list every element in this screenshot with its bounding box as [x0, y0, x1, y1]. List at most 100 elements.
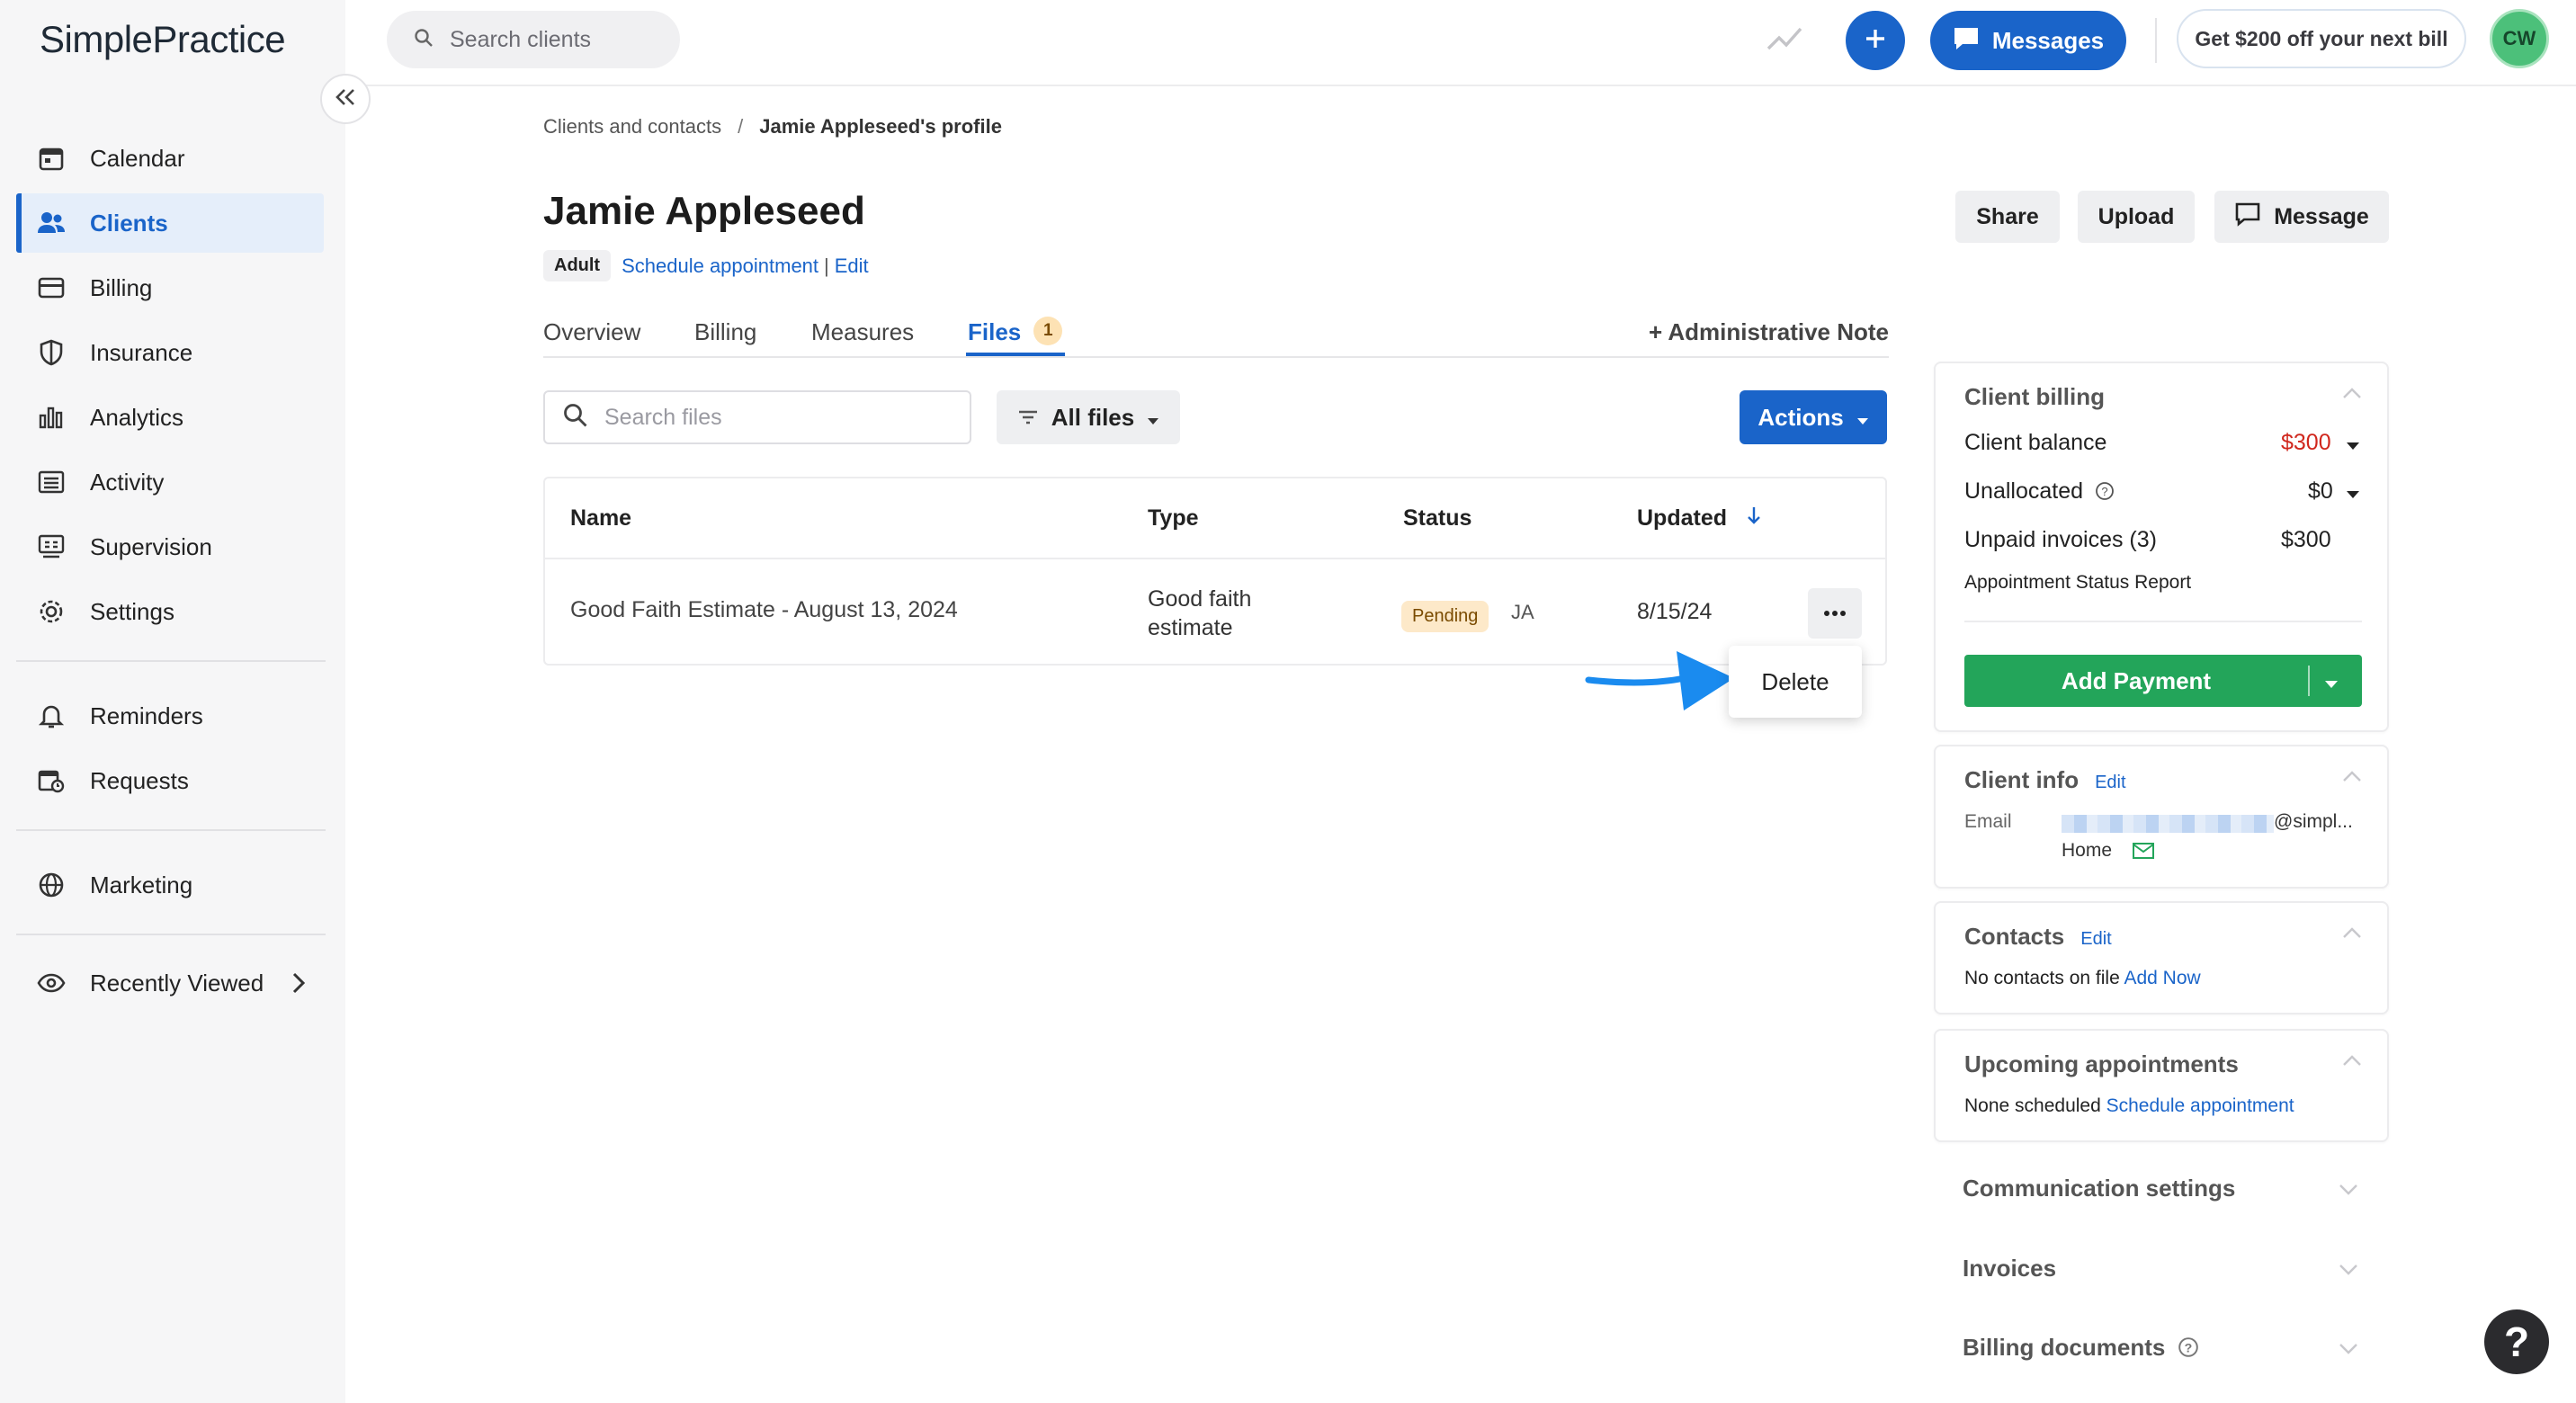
client-balance-value[interactable]: $300	[2281, 430, 2331, 456]
actions-dropdown-button[interactable]: Actions	[1740, 390, 1887, 444]
column-header-type[interactable]: Type	[1148, 505, 1199, 532]
sort-arrow-down-icon	[1746, 505, 1762, 531]
tab-measures[interactable]: Measures	[811, 318, 914, 346]
sidebar-item-activity[interactable]: Activity	[16, 452, 324, 512]
add-payment-button[interactable]: Add Payment	[1964, 655, 2362, 707]
messages-button[interactable]: Messages	[1930, 11, 2126, 70]
administrative-note-button[interactable]: + Administrative Note	[1649, 318, 1889, 346]
unallocated-label-text: Unallocated	[1964, 478, 2084, 504]
upcoming-appointments-title[interactable]: Upcoming appointments	[1964, 1050, 2239, 1078]
search-files-input[interactable]	[603, 403, 944, 432]
files-table: Name Type Status Updated Good Faith Esti…	[543, 477, 1887, 666]
contacts-empty-state: No contacts on file Add Now	[1964, 968, 2201, 989]
chevron-down-icon[interactable]	[2339, 1184, 2358, 1201]
arrow-annotation-icon	[1583, 646, 1736, 722]
contacts-title-text[interactable]: Contacts	[1964, 923, 2064, 950]
sidebar-item-clients[interactable]: Clients	[16, 193, 324, 253]
help-button[interactable]: ?	[2484, 1309, 2549, 1374]
mail-icon[interactable]	[2132, 842, 2155, 864]
sidebar-item-label: Calendar	[90, 144, 185, 172]
contacts-empty-text: No contacts on file	[1964, 968, 2120, 988]
supervision-icon	[36, 532, 67, 562]
sidebar-item-reminders[interactable]: Reminders	[16, 686, 324, 746]
chevron-up-icon[interactable]	[2342, 387, 2362, 404]
chevron-up-icon[interactable]	[2342, 926, 2362, 943]
unallocated-value[interactable]: $0	[2308, 478, 2333, 505]
app-logo[interactable]: SimplePractice	[40, 18, 286, 61]
column-header-updated-label: Updated	[1637, 505, 1727, 531]
files-count-badge: 1	[1033, 317, 1063, 346]
chevron-up-icon[interactable]	[2342, 1054, 2362, 1071]
help-circle-icon[interactable]: ?	[2095, 481, 2115, 506]
invoices-section[interactable]: Invoices	[1963, 1255, 2056, 1282]
file-filter-dropdown[interactable]: All files	[997, 390, 1180, 444]
sidebar-item-recently-viewed[interactable]: Recently Viewed	[16, 953, 324, 1013]
column-header-name[interactable]: Name	[570, 505, 631, 532]
sidebar-item-analytics[interactable]: Analytics	[16, 388, 324, 447]
sidebar-item-billing[interactable]: Billing	[16, 258, 324, 317]
tab-billing[interactable]: Billing	[694, 318, 756, 346]
caret-down-icon[interactable]	[2346, 487, 2360, 504]
collapse-sidebar-button[interactable]	[320, 74, 371, 124]
edit-client-info-link[interactable]: Edit	[2095, 773, 2125, 792]
schedule-appointment-link[interactable]: Schedule appointment	[2106, 1095, 2294, 1116]
plus-icon	[1864, 27, 1887, 55]
caret-down-icon[interactable]	[2324, 667, 2339, 695]
client-billing-title[interactable]: Client billing	[1964, 383, 2105, 411]
upload-button[interactable]: Upload	[2078, 191, 2195, 243]
chevron-down-icon[interactable]	[2339, 1264, 2358, 1281]
search-files-field[interactable]	[543, 390, 971, 444]
calendar-clock-icon	[36, 765, 67, 796]
sidebar-item-supervision[interactable]: Supervision	[16, 517, 324, 576]
appointment-status-report-link[interactable]: Appointment Status Report	[1964, 572, 2191, 594]
messages-label: Messages	[1991, 26, 2105, 54]
double-chevron-left-icon	[335, 87, 356, 112]
tab-overview[interactable]: Overview	[543, 318, 640, 346]
message-button[interactable]: Message	[2214, 191, 2389, 243]
unpaid-invoices-link[interactable]: Unpaid invoices (3)	[1964, 527, 2157, 553]
sidebar-item-requests[interactable]: Requests	[16, 751, 324, 810]
client-info-title-text[interactable]: Client info	[1964, 766, 2079, 793]
edit-contacts-link[interactable]: Edit	[2080, 929, 2111, 949]
unpaid-invoices-value: $300	[2281, 527, 2331, 552]
search-clients-input[interactable]: Search clients	[387, 11, 680, 68]
share-button[interactable]: Share	[1955, 191, 2060, 243]
bell-icon	[36, 701, 67, 731]
comment-icon	[2234, 201, 2261, 233]
profile-tabs: Overview Billing Measures Files 1 + Admin…	[543, 313, 1889, 358]
chevron-down-icon[interactable]	[2339, 1343, 2358, 1360]
chevron-up-icon[interactable]	[2342, 770, 2362, 787]
column-header-status[interactable]: Status	[1403, 505, 1471, 532]
communication-settings-section[interactable]: Communication settings	[1963, 1175, 2235, 1202]
email-type: Home	[2062, 840, 2113, 861]
avatar[interactable]: CW	[2490, 9, 2549, 68]
email-label: Email	[1964, 811, 2012, 832]
create-new-button[interactable]	[1846, 11, 1905, 70]
add-contact-link[interactable]: Add Now	[2124, 968, 2200, 988]
breadcrumb-parent[interactable]: Clients and contacts	[543, 115, 721, 138]
contacts-card: Contacts Edit No contacts on file Add Now	[1934, 901, 2389, 1014]
trend-icon[interactable]	[1767, 22, 1802, 58]
sidebar-item-insurance[interactable]: Insurance	[16, 323, 324, 382]
actions-label: Actions	[1758, 403, 1844, 431]
sidebar-item-settings[interactable]: Settings	[16, 582, 324, 641]
sidebar-item-marketing[interactable]: Marketing	[16, 855, 324, 915]
file-name[interactable]: Good Faith Estimate - August 13, 2024	[570, 597, 958, 623]
row-more-button[interactable]	[1808, 588, 1862, 639]
users-icon	[36, 208, 67, 238]
promo-button[interactable]: Get $200 off your next bill	[2177, 9, 2466, 68]
sidebar-item-calendar[interactable]: Calendar	[16, 129, 324, 188]
billing-documents-section[interactable]: Billing documents ?	[1963, 1334, 2199, 1362]
edit-client-link[interactable]: Edit	[835, 255, 869, 278]
search-icon	[414, 28, 434, 52]
tab-files[interactable]: Files 1	[968, 317, 1063, 348]
message-button-label: Message	[2274, 203, 2369, 229]
delete-menu-item[interactable]: Delete	[1729, 646, 1862, 718]
column-header-updated[interactable]: Updated	[1637, 505, 1762, 532]
caret-down-icon[interactable]	[2346, 439, 2360, 455]
tab-files-label: Files	[968, 318, 1022, 345]
email-value[interactable]: @simpl...	[2274, 811, 2353, 833]
schedule-appointment-link[interactable]: Schedule appointment	[622, 255, 818, 278]
sidebar-item-label: Activity	[90, 468, 165, 496]
help-circle-icon[interactable]: ?	[2178, 1336, 2199, 1363]
